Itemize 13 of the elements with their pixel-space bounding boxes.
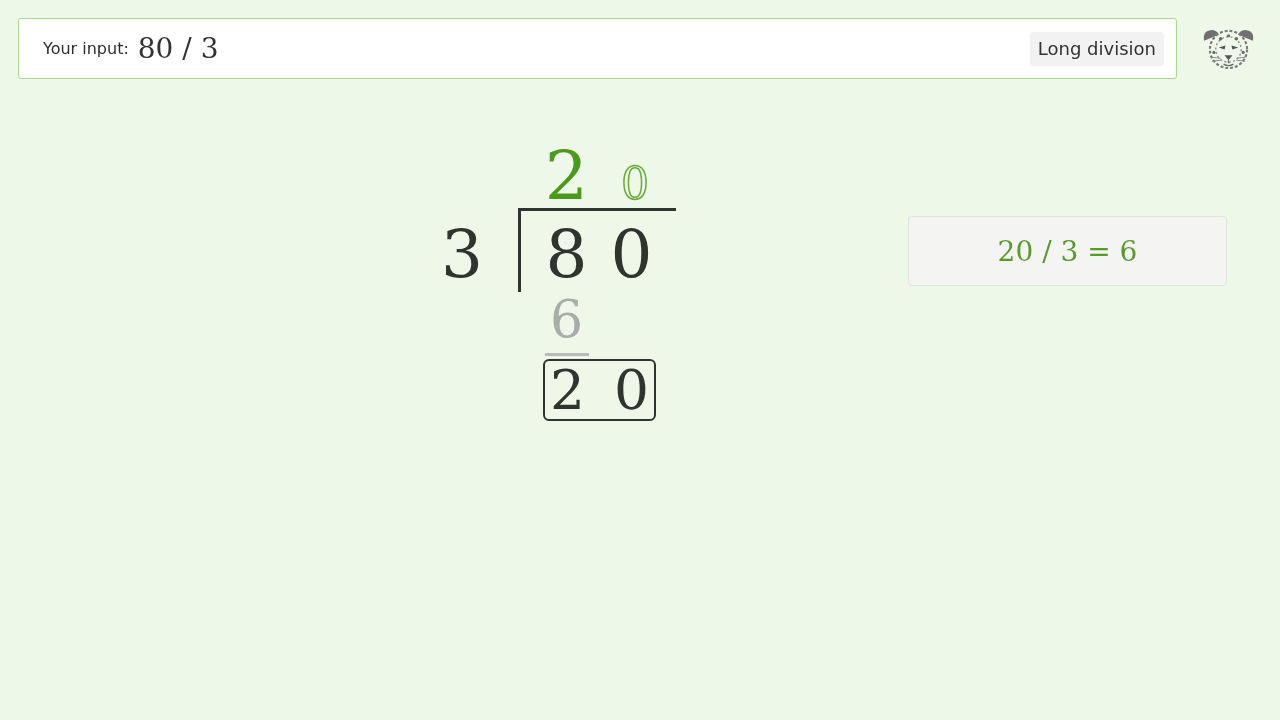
pending-quotient-digit: 0 <box>621 162 649 206</box>
hint-equation: 20 / 3 = 6 <box>997 234 1138 268</box>
input-label: Your input: <box>43 39 129 58</box>
quotient-digit: 2 <box>544 142 589 210</box>
subtraction-line <box>545 353 589 356</box>
current-digit: 0 <box>614 363 649 418</box>
input-expression: 80 / 3 <box>137 32 219 65</box>
product-digit: 6 <box>549 292 584 345</box>
divisor: 3 <box>441 215 483 288</box>
dividend-digit: 8 <box>545 215 588 288</box>
dividend-digit: 0 <box>610 215 653 288</box>
mode-button[interactable]: Long division <box>1029 31 1164 66</box>
current-digit: 2 <box>550 363 585 418</box>
